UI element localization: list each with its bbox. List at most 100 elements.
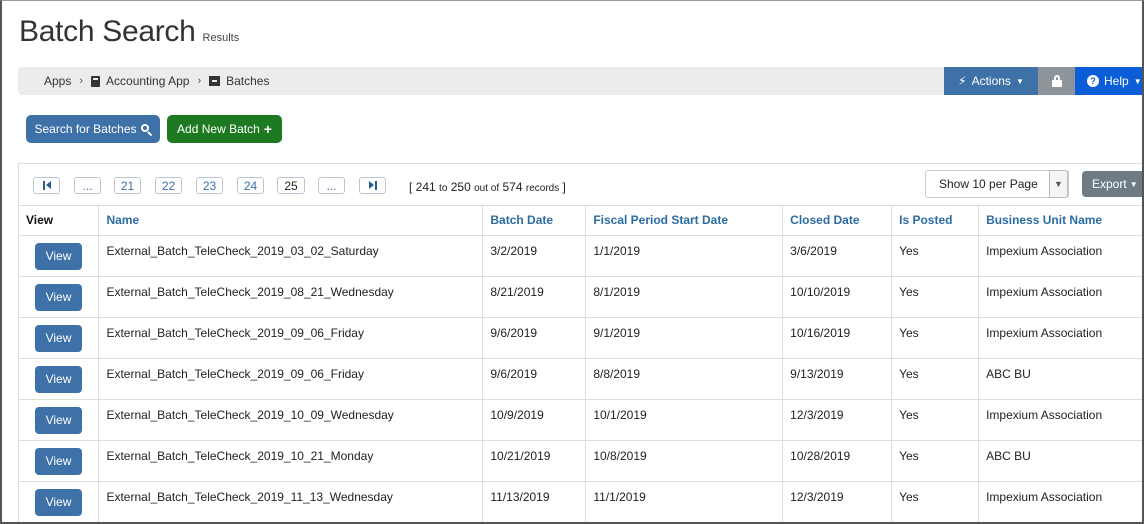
column-header-business-unit-name[interactable]: Business Unit Name — [978, 206, 1142, 236]
column-header-view: View — [19, 206, 100, 236]
page-button-22[interactable]: 22 — [155, 177, 182, 194]
chevron-down-icon: ▼ — [1049, 170, 1068, 198]
view-cell: View — [19, 440, 100, 482]
lock-icon — [1051, 75, 1062, 87]
page-button-25-current[interactable]: 25 — [277, 177, 305, 194]
is-posted-cell: Yes — [891, 276, 980, 318]
fiscal-period-start-cell: 1/1/2019 — [585, 235, 784, 277]
is-posted-cell: Yes — [891, 358, 980, 400]
export-label: Export — [1092, 177, 1127, 191]
breadcrumb-label: Batches — [226, 74, 270, 88]
page-title-text: Batch Search — [19, 15, 196, 48]
records-label: records — [525, 183, 560, 194]
records-open-bracket: [ — [409, 180, 416, 194]
fiscal-period-start-cell: 11/1/2019 — [585, 481, 784, 522]
batch-name-cell: External_Batch_TeleCheck_2019_09_06_Frid… — [98, 317, 484, 359]
batch-name-cell: External_Batch_TeleCheck_2019_09_06_Frid… — [98, 358, 484, 400]
plus-icon: + — [263, 121, 272, 137]
breadcrumb-item-apps[interactable]: Apps — [27, 74, 71, 88]
batch-name-cell: External_Batch_TeleCheck_2019_10_21_Mond… — [98, 440, 484, 482]
table-row: View External_Batch_TeleCheck_2019_10_09_… — [19, 399, 1142, 441]
last-page-button[interactable] — [359, 177, 386, 194]
business-unit-cell: Impexium Association — [978, 276, 1142, 318]
view-button[interactable]: View — [35, 447, 82, 475]
chevron-down-icon: ▼ — [1015, 76, 1024, 86]
breadcrumb: Apps › Accounting App › Batches — [27, 67, 269, 95]
table-row: View External_Batch_TeleCheck_2019_11_13_… — [19, 481, 1142, 522]
breadcrumb-label: Apps — [44, 74, 72, 88]
view-cell: View — [19, 481, 100, 522]
last-page-icon — [368, 181, 377, 190]
add-new-batch-button[interactable]: Add New Batch + — [167, 115, 282, 143]
records-close-bracket: ] — [559, 180, 566, 194]
export-dropdown-button[interactable]: Export ▼ — [1082, 171, 1142, 197]
batch-date-cell: 9/6/2019 — [482, 317, 587, 359]
batch-date-cell: 9/6/2019 — [482, 358, 587, 400]
fiscal-period-start-cell: 8/1/2019 — [585, 276, 784, 318]
table-header-row: View Name Batch Date Fiscal Period Start… — [19, 206, 1142, 236]
batches-table: View Name Batch Date Fiscal Period Start… — [19, 206, 1142, 522]
batch-date-cell: 10/21/2019 — [482, 440, 587, 482]
question-icon: ? — [1087, 75, 1099, 87]
table-row: View External_Batch_TeleCheck_2019_09_06_… — [19, 317, 1142, 359]
business-unit-cell: Impexium Association — [978, 481, 1142, 522]
page-ellipsis-prev[interactable]: ... — [74, 177, 101, 194]
records-summary: [ 241 to 250 out of 574 records ] — [409, 180, 566, 194]
view-button[interactable]: View — [35, 242, 82, 270]
closed-date-cell: 10/16/2019 — [782, 317, 893, 359]
breadcrumb-item-batches[interactable]: Batches — [209, 74, 269, 88]
lock-button[interactable] — [1038, 67, 1075, 95]
view-button[interactable]: View — [35, 283, 82, 311]
fiscal-period-start-cell: 10/8/2019 — [585, 440, 784, 482]
batch-name-cell: External_Batch_TeleCheck_2019_11_13_Wedn… — [98, 481, 484, 522]
table-row: View External_Batch_TeleCheck_2019_09_06_… — [19, 358, 1142, 400]
search-for-batches-button[interactable]: Search for Batches — [26, 115, 160, 143]
help-dropdown-button[interactable]: ? Help ▼ — [1075, 67, 1142, 95]
column-header-closed-date[interactable]: Closed Date — [782, 206, 893, 236]
column-header-is-posted[interactable]: Is Posted — [891, 206, 980, 236]
table-row: View External_Batch_TeleCheck_2019_10_21_… — [19, 440, 1142, 482]
page-button-23[interactable]: 23 — [196, 177, 223, 194]
view-button[interactable]: View — [35, 365, 82, 393]
view-cell: View — [19, 276, 100, 318]
closed-date-cell: 10/28/2019 — [782, 440, 893, 482]
column-header-batch-date[interactable]: Batch Date — [482, 206, 587, 236]
first-page-button[interactable] — [33, 177, 60, 194]
batch-name-cell: External_Batch_TeleCheck_2019_03_02_Satu… — [98, 235, 484, 277]
fiscal-period-start-cell: 8/8/2019 — [585, 358, 784, 400]
chevron-down-icon: ▼ — [1133, 76, 1142, 86]
is-posted-cell: Yes — [891, 440, 980, 482]
view-cell: View — [19, 317, 100, 359]
column-header-fiscal-period-start-date[interactable]: Fiscal Period Start Date — [585, 206, 784, 236]
table-row: View External_Batch_TeleCheck_2019_08_21_… — [19, 276, 1142, 318]
closed-date-cell: 3/6/2019 — [782, 235, 893, 277]
business-unit-cell: Impexium Association — [978, 235, 1142, 277]
to-label: to — [439, 183, 448, 194]
pager: ... 21 22 23 24 25 ... [ 241 to 250 out … — [19, 164, 1142, 206]
actions-dropdown-button[interactable]: ⚡ Actions ▼ — [944, 67, 1038, 95]
view-button[interactable]: View — [35, 488, 82, 516]
batch-name-cell: External_Batch_TeleCheck_2019_10_09_Wedn… — [98, 399, 484, 441]
batch-name-cell: External_Batch_TeleCheck_2019_08_21_Wedn… — [98, 276, 484, 318]
closed-date-cell: 12/3/2019 — [782, 481, 893, 522]
per-page-select[interactable]: Show 10 per Page ▼ — [925, 170, 1069, 198]
breadcrumb-separator: › — [197, 75, 202, 87]
add-button-label: Add New Batch — [177, 122, 260, 136]
view-cell: View — [19, 399, 100, 441]
page-subtitle: Results — [202, 32, 240, 44]
range-end: 250 — [450, 180, 471, 194]
page-ellipsis-next[interactable]: ... — [318, 177, 345, 194]
column-header-name[interactable]: Name — [98, 206, 484, 236]
page-button-24[interactable]: 24 — [237, 177, 264, 194]
batch-date-cell: 3/2/2019 — [482, 235, 587, 277]
help-label: Help — [1104, 74, 1129, 88]
fiscal-period-start-cell: 9/1/2019 — [585, 317, 784, 359]
business-unit-cell: ABC BU — [978, 358, 1142, 400]
view-cell: View — [19, 358, 100, 400]
view-button[interactable]: View — [35, 324, 82, 352]
closed-date-cell: 10/10/2019 — [782, 276, 893, 318]
breadcrumb-item-accounting-app[interactable]: Accounting App — [91, 74, 189, 88]
page-button-21[interactable]: 21 — [114, 177, 141, 194]
breadcrumb-separator: › — [79, 75, 84, 87]
view-button[interactable]: View — [35, 406, 82, 434]
